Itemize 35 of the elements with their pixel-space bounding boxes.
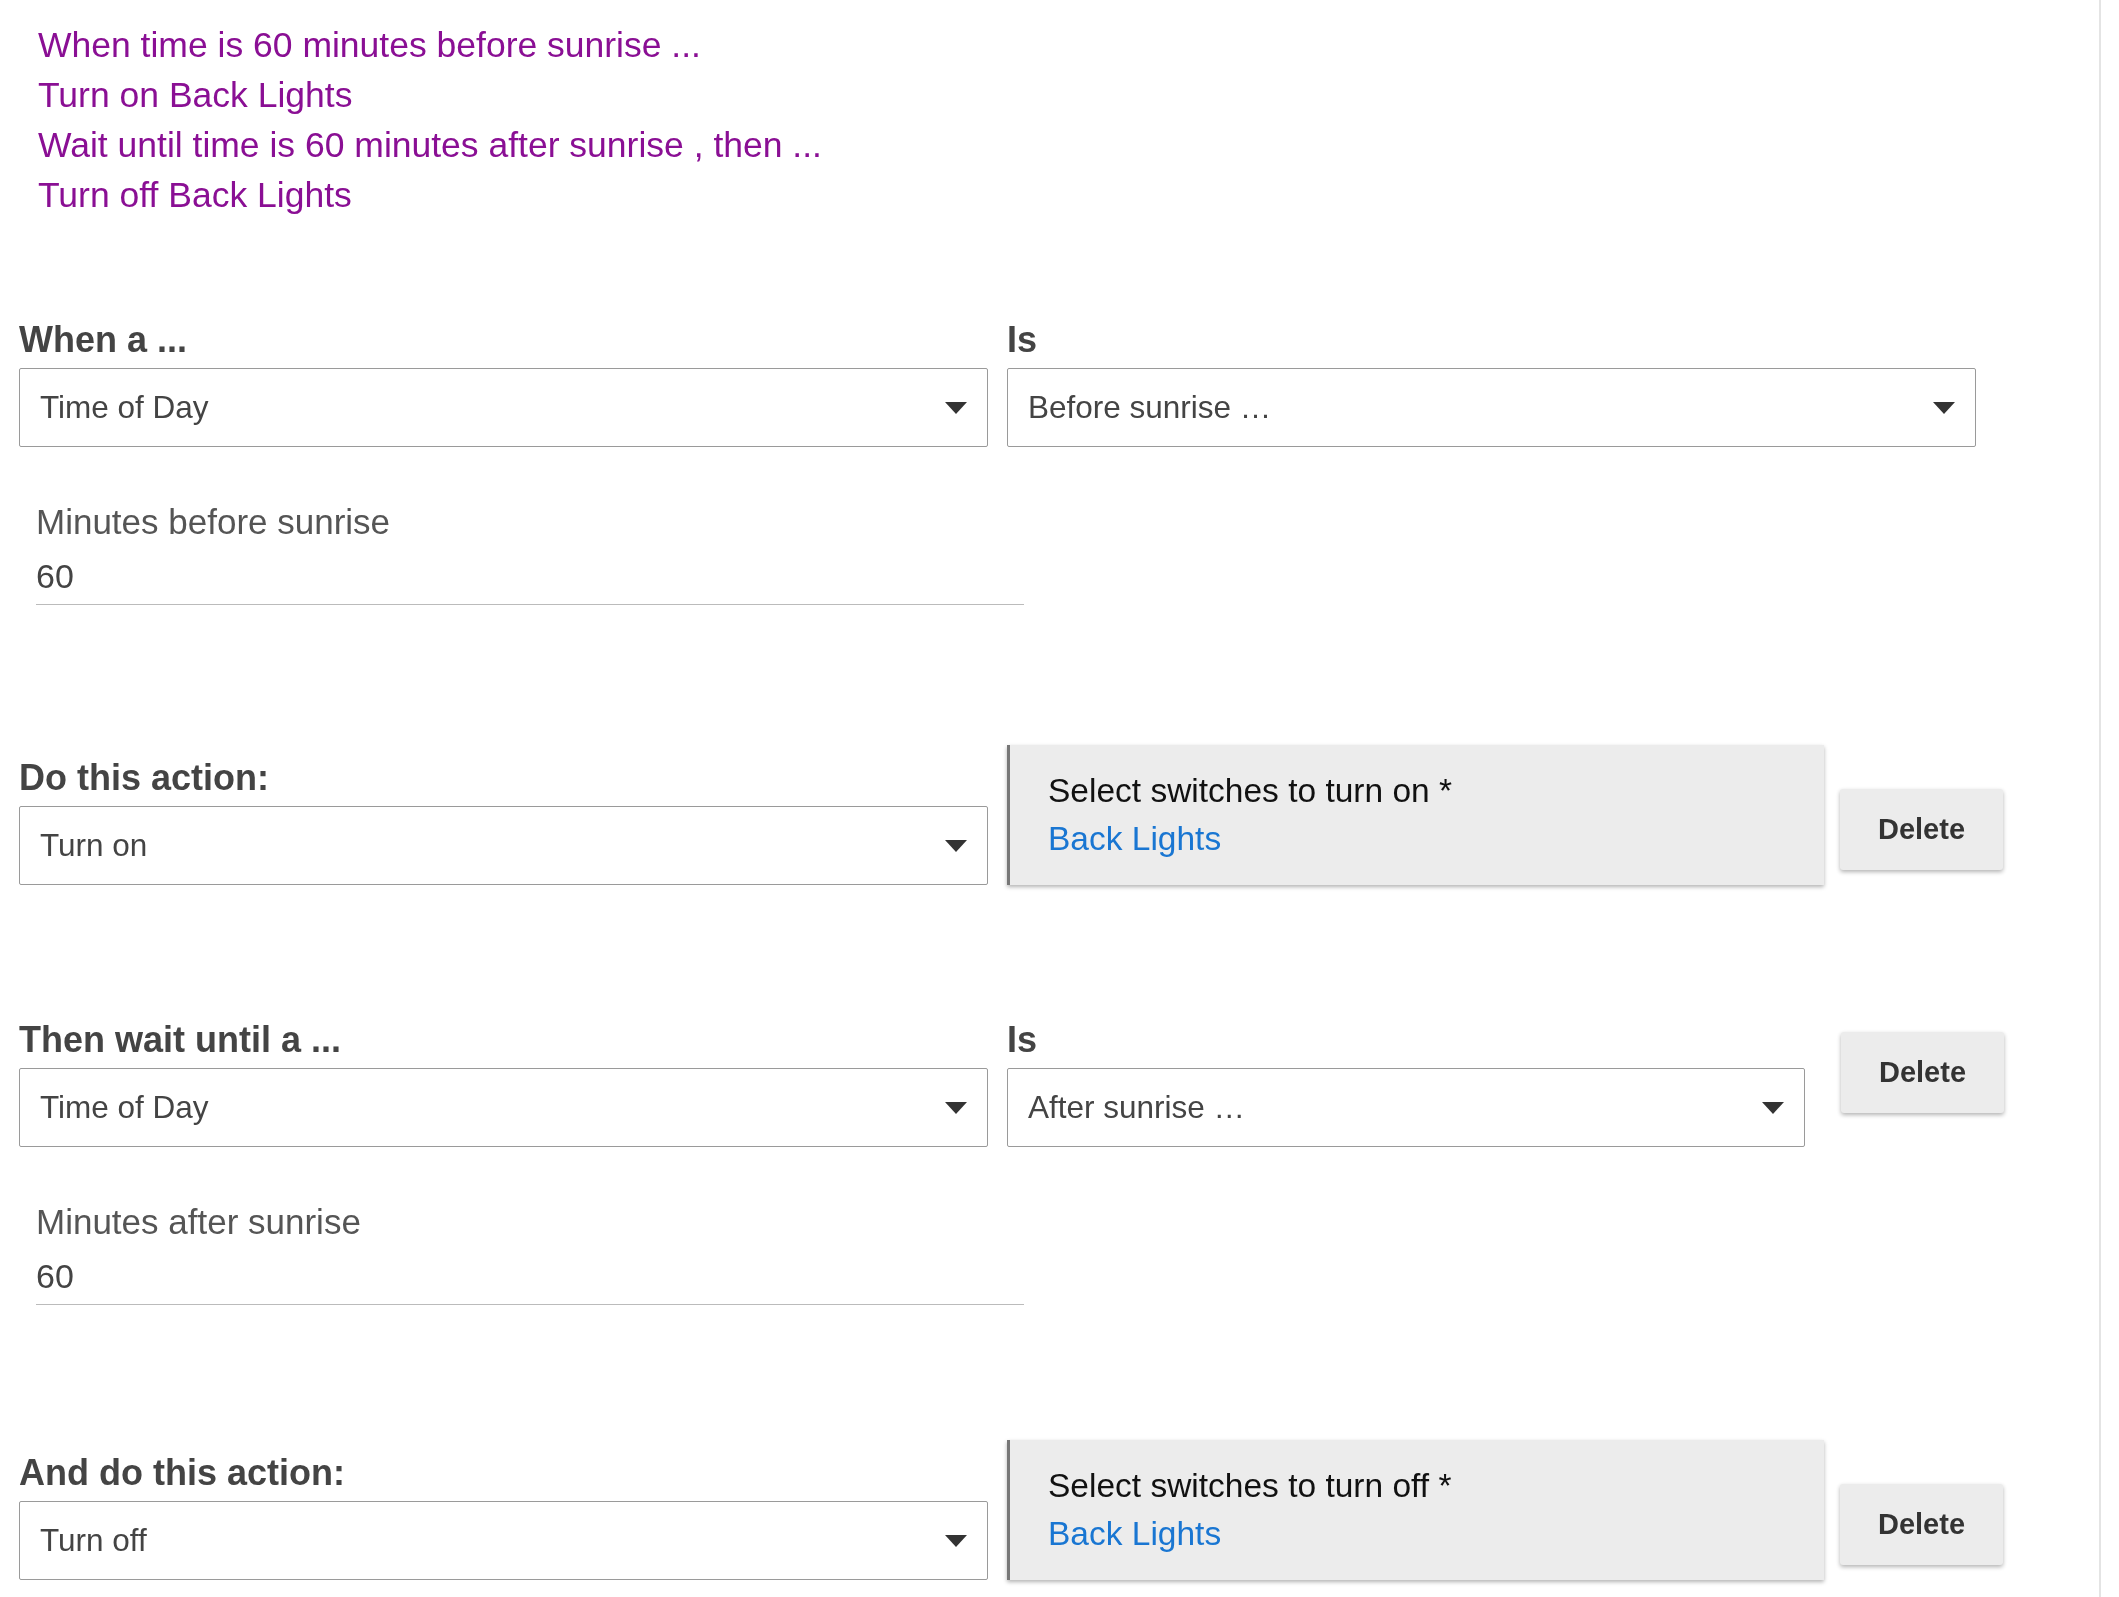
dropdown[interactable]: Before sunrise … xyxy=(1007,368,1976,447)
dropdown[interactable]: Time of Day xyxy=(19,1068,988,1147)
section-label: When a ... xyxy=(19,320,188,360)
device-link[interactable]: Back Lights xyxy=(1048,1510,1222,1558)
summary-line: Wait until time is 60 minutes after sunrise , then ... xyxy=(38,124,823,167)
summary-line: Turn on Back Lights xyxy=(38,74,354,117)
card-title: Select switches to turn off * xyxy=(1048,1466,1453,1506)
delete-button[interactable]: Delete xyxy=(1840,1484,2003,1565)
delete-button[interactable]: Delete xyxy=(1840,789,2003,870)
caret-icon xyxy=(945,839,967,852)
section-label: Then wait until a ... xyxy=(19,1020,342,1060)
dropdown[interactable]: After sunrise … xyxy=(1007,1068,1805,1147)
caret-icon xyxy=(945,1101,967,1114)
input-field[interactable]: 60 xyxy=(36,1245,1024,1305)
caret-icon xyxy=(1762,1101,1784,1114)
switch-selector-card[interactable]: Select switches to turn on * Back Lights xyxy=(1007,745,1824,885)
section-label: Is xyxy=(1007,1020,1039,1060)
section-label: Do this action: xyxy=(19,758,270,798)
field-label: Minutes after sunrise xyxy=(36,1201,361,1243)
dropdown[interactable]: Turn off xyxy=(19,1501,988,1580)
switch-selector-card[interactable]: Select switches to turn off * Back Lights xyxy=(1007,1440,1824,1580)
section-label: Is xyxy=(1007,320,1039,360)
caret-icon xyxy=(945,1534,967,1547)
caret-icon xyxy=(1933,401,1955,414)
delete-button[interactable]: Delete xyxy=(1841,1032,2004,1113)
caret-icon xyxy=(945,401,967,414)
dropdown[interactable]: Turn on xyxy=(19,806,988,885)
dropdown[interactable]: Time of Day xyxy=(19,368,988,447)
card-title: Select switches to turn on * xyxy=(1048,771,1454,811)
input-field[interactable]: 60 xyxy=(36,545,1024,605)
field-label: Minutes before sunrise xyxy=(36,501,391,543)
device-link[interactable]: Back Lights xyxy=(1048,815,1222,863)
summary-line: When time is 60 minutes before sunrise ... xyxy=(38,24,702,67)
section-label: And do this action: xyxy=(19,1453,346,1493)
summary-line: Turn off Back Lights xyxy=(38,174,353,217)
